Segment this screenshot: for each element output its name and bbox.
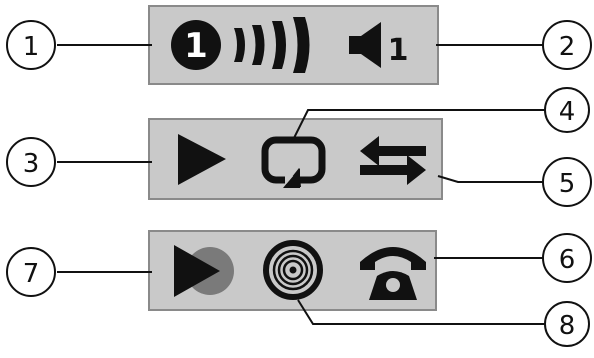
callout-6-label: 6	[559, 245, 576, 275]
callout-4: 4	[544, 87, 590, 133]
callout-8: 8	[544, 301, 590, 347]
callout-7-label: 7	[23, 259, 40, 289]
callout-5: 5	[542, 157, 592, 207]
callout-2: 2	[542, 20, 592, 70]
callout-4-label: 4	[559, 97, 576, 127]
leader-line-5	[437, 175, 544, 183]
disc-icon	[263, 240, 323, 300]
callout-3-label: 3	[23, 149, 40, 179]
station-number-badge: 1	[184, 26, 208, 66]
callout-8-label: 8	[559, 311, 576, 341]
callout-5-label: 5	[559, 169, 576, 199]
callout-6: 6	[542, 233, 592, 283]
indicator-diagram: 1 1 1 2 3 4 5 6 7 8	[6, 5, 592, 347]
play-record-icon	[174, 245, 234, 297]
callout-1-label: 1	[23, 32, 40, 62]
callout-3: 3	[6, 137, 56, 187]
callout-2-label: 2	[559, 32, 576, 62]
callout-7: 7	[6, 247, 56, 297]
volume-level-text: 1	[388, 33, 409, 68]
callout-1: 1	[6, 20, 56, 70]
station-number-icon: 1	[171, 20, 221, 70]
